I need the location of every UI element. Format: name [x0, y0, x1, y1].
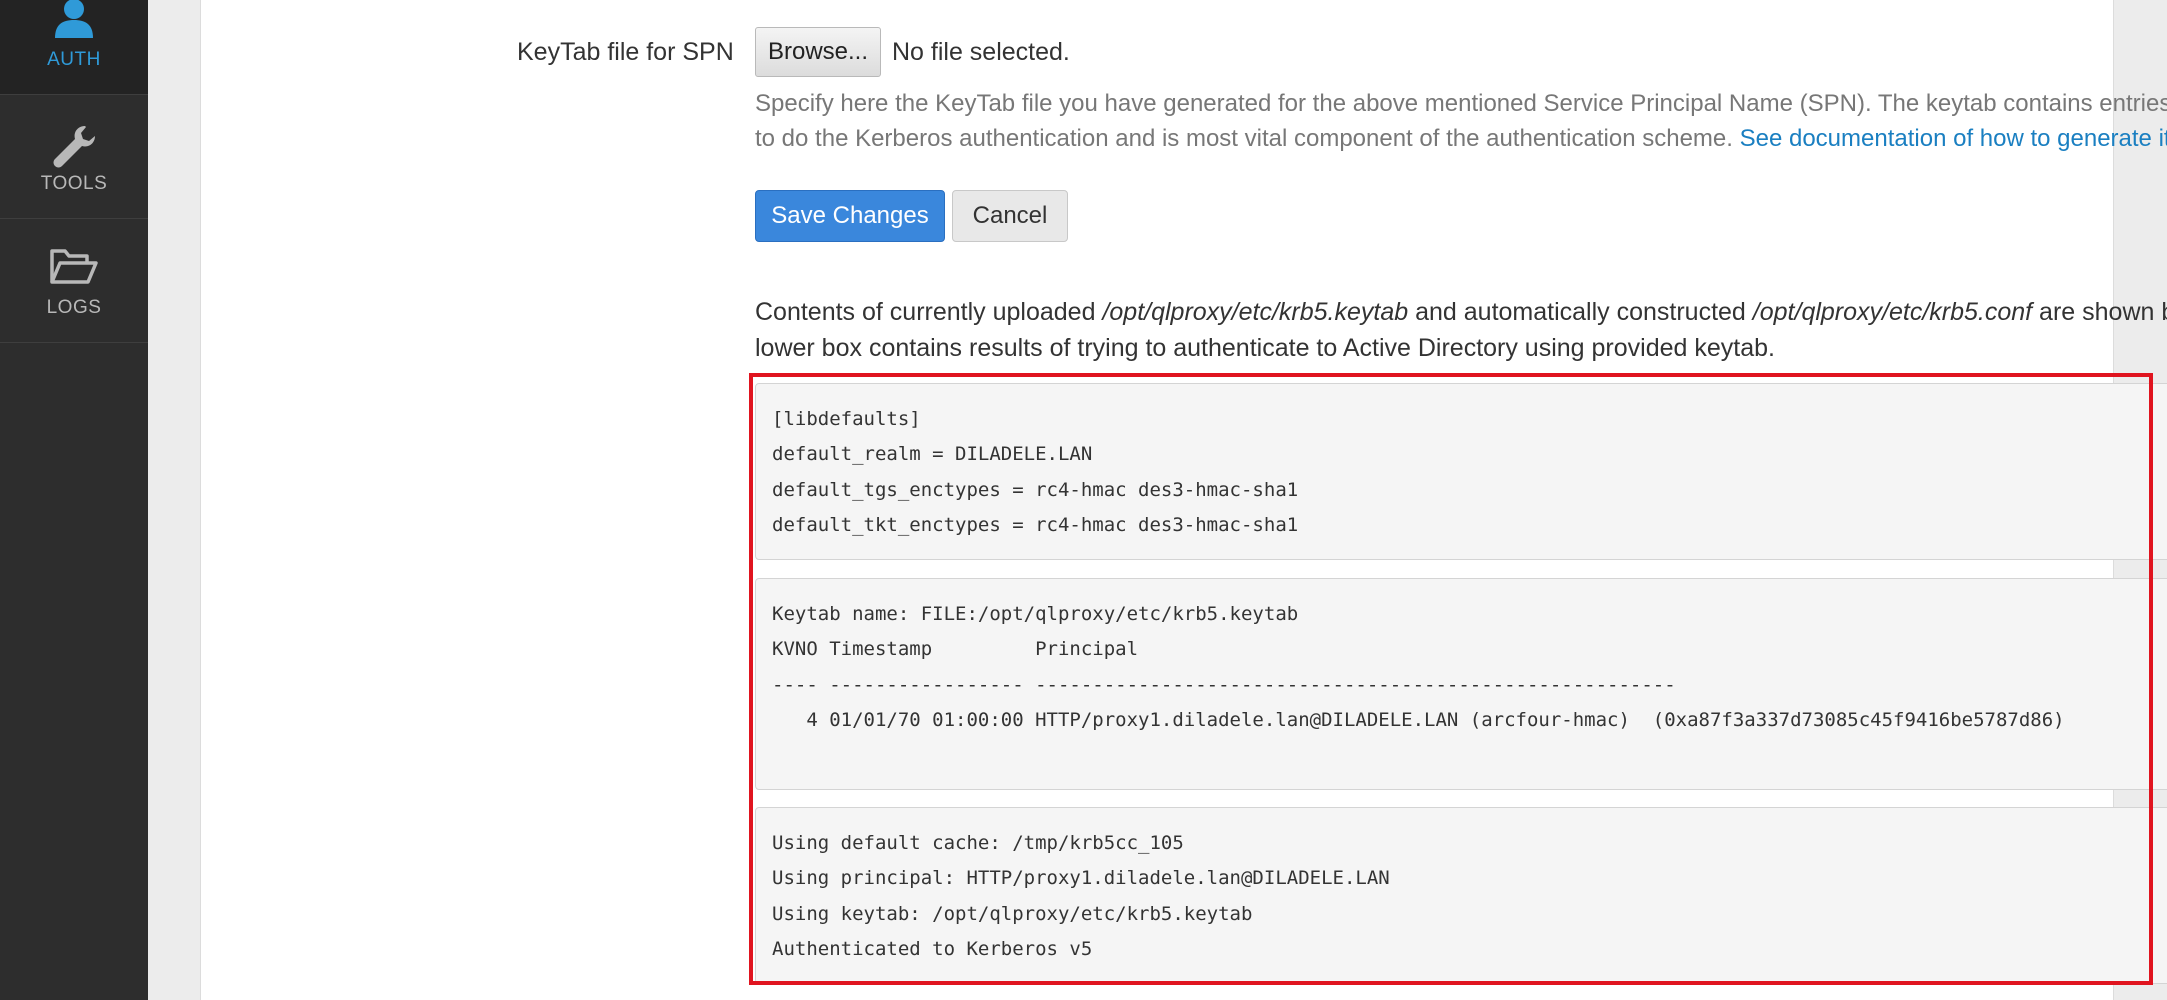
code-line: ---- ----------------- -----------------…	[772, 673, 1676, 696]
settings-panel: KeyTab file for SPN Browse... No file se…	[200, 0, 2167, 1000]
code-line: Using default cache: /tmp/krb5cc_105	[772, 832, 1184, 854]
keytab-field-label: KeyTab file for SPN	[517, 38, 734, 66]
cancel-button[interactable]: Cancel	[952, 190, 1068, 242]
keytab-path: /opt/qlproxy/etc/krb5.keytab	[1102, 298, 1409, 326]
contents-description: Contents of currently uploaded /opt/qlpr…	[755, 294, 2167, 366]
code-line: default_tgs_enctypes = rc4-hmac des3-hma…	[772, 478, 1299, 501]
code-line: KVNO Timestamp Principal	[772, 638, 1139, 661]
code-line: default_tkt_enctypes = rc4-hmac des3-hma…	[772, 513, 1299, 536]
sidebar-item-label: TOOLS	[40, 173, 108, 194]
wrench-icon	[0, 124, 148, 168]
sidebar-item-label: LOGS	[46, 297, 102, 318]
code-line: Keytab name: FILE:/opt/qlproxy/etc/krb5.…	[772, 603, 1299, 625]
info-text-part: and automatically constructed	[1408, 298, 1753, 326]
info-text-part: Contents of currently uploaded	[755, 298, 1103, 326]
auth-result-box: Using default cache: /tmp/krb5cc_105 Usi…	[755, 807, 2167, 984]
save-changes-button[interactable]: Save Changes	[755, 190, 945, 242]
keytab-list-box: Keytab name: FILE:/opt/qlproxy/etc/krb5.…	[755, 578, 2167, 790]
krb5-conf-box: [libdefaults] default_realm = DILADELE.L…	[755, 383, 2167, 560]
sidebar-item-label: AUTH	[47, 49, 101, 70]
sidebar-item-auth[interactable]: AUTH	[0, 0, 148, 95]
folder-open-icon	[0, 246, 148, 286]
sidebar-item-tools[interactable]: TOOLS	[0, 94, 148, 219]
code-line: 4 01/01/70 01:00:00 HTTP/proxy1.diladele…	[772, 708, 2065, 731]
code-line: Using keytab: /opt/qlproxy/etc/krb5.keyt…	[772, 902, 1253, 925]
documentation-link[interactable]: See documentation of how to generate it.	[1740, 125, 2167, 152]
sidebar: AUTH TOOLS LOGS	[0, 0, 148, 1000]
conf-path: /opt/qlproxy/etc/krb5.conf	[1752, 298, 2033, 326]
browse-button[interactable]: Browse...	[755, 27, 881, 77]
keytab-help-text: Specify here the KeyTab file you have ge…	[755, 86, 2167, 156]
user-icon	[0, 0, 148, 38]
code-line: default_realm = DILADELE.LAN	[772, 443, 1093, 466]
file-status: No file selected.	[892, 38, 1070, 66]
app-window: AUTH TOOLS LOGS KeyTab file for SPN Brow…	[0, 0, 2167, 1000]
code-line: Authenticated to Kerberos v5	[772, 937, 1093, 960]
sidebar-item-logs[interactable]: LOGS	[0, 218, 148, 343]
code-line: Using principal: HTTP/proxy1.diladele.la…	[772, 867, 1390, 890]
code-line: [libdefaults]	[772, 408, 921, 430]
